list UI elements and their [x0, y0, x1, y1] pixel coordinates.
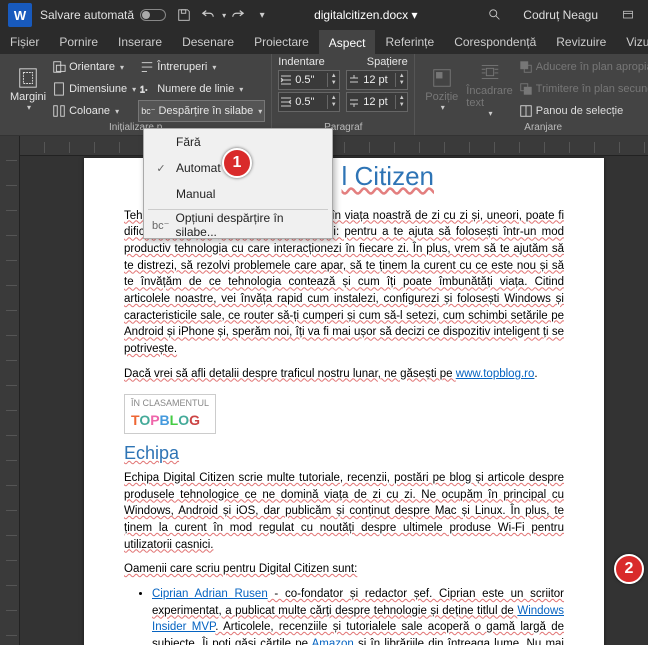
- breaks-button[interactable]: Întreruperi▾: [138, 56, 265, 78]
- send-backward-button: Trimitere în plan secundar: [517, 78, 648, 100]
- line-numbers-button[interactable]: 1· Numere de linie▾: [138, 78, 265, 100]
- hyphenation-button[interactable]: bc⁻ Despărțire în silabe▾: [138, 100, 265, 122]
- author-link[interactable]: Ciprian Adrian Rusen: [152, 588, 268, 600]
- ribbon-options-icon[interactable]: [608, 0, 648, 30]
- annotation-badge-2: 2: [614, 554, 644, 584]
- check-icon: ✓: [152, 162, 170, 175]
- undo-icon[interactable]: [199, 6, 217, 24]
- menu-separator: [148, 209, 328, 210]
- document-title[interactable]: digitalcitizen.docx ▾: [314, 8, 417, 22]
- group-arrange-label: Aranjare: [421, 122, 648, 135]
- title-bar: W Salvare automată ▾ ▾ digitalcitizen.do…: [0, 0, 648, 30]
- ribbon: Margini ▾ Orientare▾ Dimensiune▾ Coloane…: [0, 54, 648, 136]
- tab-revizuire[interactable]: Revizuire: [546, 30, 616, 54]
- group-page-setup: Margini ▾ Orientare▾ Dimensiune▾ Coloane…: [0, 54, 272, 135]
- doc-p4: Oamenii care scriu pentru Digital Citize…: [124, 561, 564, 578]
- bring-forward-button: Aducere în plan apropiat: [517, 56, 648, 78]
- doc-p2: Dacă vrei să afli detalii despre traficu…: [124, 366, 564, 383]
- group-arrange: Poziție▾ Încadrare text▾ Aducere în plan…: [415, 54, 648, 135]
- annotation-badge-1: 1: [222, 148, 252, 178]
- tab-desenare[interactable]: Desenare: [172, 30, 244, 54]
- doc-h2: Echipa: [124, 440, 564, 466]
- autosave-label: Salvare automată: [40, 8, 134, 22]
- menu-item-manual[interactable]: Manual: [144, 181, 332, 207]
- spacing-header: Spațiere: [367, 56, 408, 68]
- tab-aspect[interactable]: Aspect: [319, 30, 376, 54]
- tab-vizualizare[interactable]: Vizualizare: [616, 30, 648, 54]
- size-button[interactable]: Dimensiune▾: [50, 78, 138, 100]
- save-icon[interactable]: [175, 6, 193, 24]
- list-item: Ciprian Adrian Rusen - co-fondator și re…: [152, 586, 564, 645]
- columns-button[interactable]: Coloane▾: [50, 100, 138, 122]
- tab-corespondenta[interactable]: Corespondență: [444, 30, 546, 54]
- autosave-toggle[interactable]: [140, 9, 166, 21]
- menu-item-options[interactable]: bc⁻Opțiuni despărțire în silabe...: [144, 212, 332, 238]
- redo-icon[interactable]: [229, 6, 247, 24]
- selection-pane-button[interactable]: Panou de selecție: [517, 100, 648, 122]
- ribbon-tabs: Fișier Pornire Inserare Desenare Proiect…: [0, 30, 648, 54]
- indent-right-input[interactable]: ▲▼: [278, 92, 340, 112]
- orientation-button[interactable]: Orientare▾: [50, 56, 138, 78]
- position-button: Poziție▾: [421, 56, 462, 122]
- horizontal-ruler[interactable]: [20, 136, 648, 156]
- tab-pornire[interactable]: Pornire: [49, 30, 108, 54]
- tab-inserare[interactable]: Inserare: [108, 30, 172, 54]
- amazon-link[interactable]: Amazon: [312, 638, 354, 645]
- topblog-link[interactable]: www.topblog.ro: [456, 368, 535, 380]
- qat-more-icon[interactable]: ▾: [253, 6, 271, 24]
- user-name[interactable]: Codruț Neagu: [523, 8, 598, 22]
- tab-fisier[interactable]: Fișier: [0, 30, 49, 54]
- group-paragraph: Indentare Spațiere ▲▼ ▲▼ ▲▼: [272, 54, 415, 135]
- tab-proiectare[interactable]: Proiectare: [244, 30, 319, 54]
- wrap-text-button: Încadrare text▾: [462, 56, 516, 122]
- margins-label: Margini: [10, 91, 46, 103]
- svg-text:1·: 1·: [140, 85, 148, 95]
- author-list: Ciprian Adrian Rusen - co-fondator și re…: [124, 586, 564, 645]
- vertical-ruler[interactable]: [0, 136, 20, 645]
- search-icon[interactable]: [487, 8, 503, 22]
- word-app-icon: W: [8, 3, 32, 27]
- space-before-input[interactable]: ▲▼: [346, 70, 408, 90]
- indent-left-input[interactable]: ▲▼: [278, 70, 340, 90]
- doc-p3: Echipa Digital Citizen scrie multe tutor…: [124, 470, 564, 553]
- undo-dropdown-icon[interactable]: ▾: [222, 11, 226, 20]
- hyphenation-menu: Fără ✓Automat Manual bc⁻Opțiuni despărți…: [143, 128, 333, 239]
- topblog-badge: ÎN CLASAMENTUL TOPBLOG: [124, 394, 216, 433]
- margins-button[interactable]: Margini ▾: [6, 56, 50, 122]
- indent-header: Indentare: [278, 56, 324, 68]
- space-after-input[interactable]: ▲▼: [346, 92, 408, 112]
- tab-referinte[interactable]: Referințe: [375, 30, 444, 54]
